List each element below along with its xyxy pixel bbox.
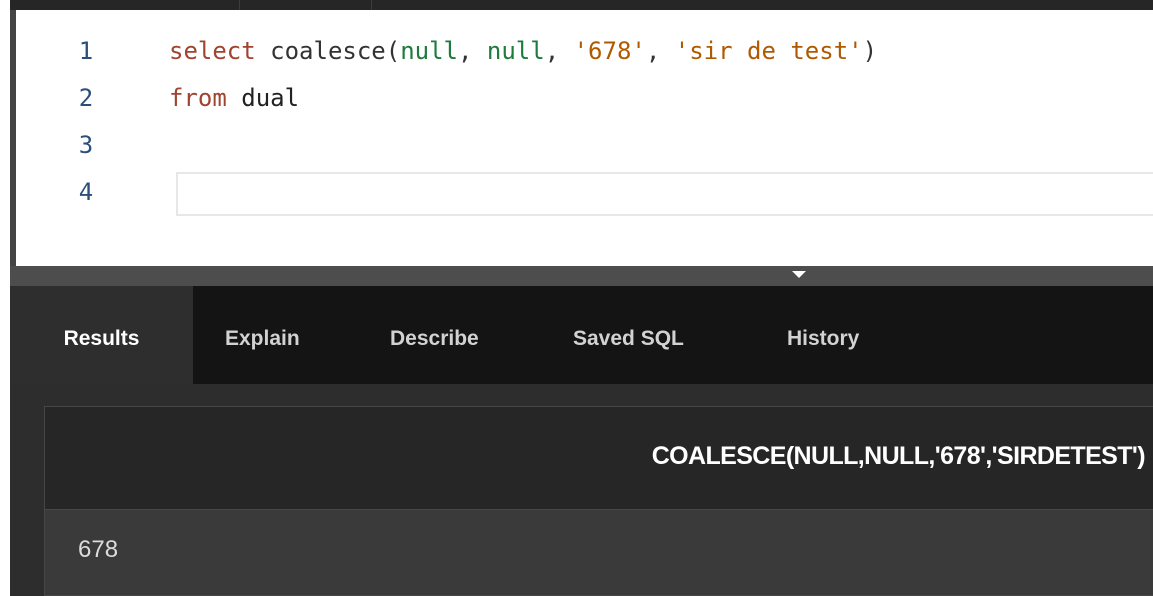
string-token: 'sir de test'	[674, 37, 863, 65]
column-header[interactable]: COALESCE(NULL,NULL,'678','SIRDETEST')	[652, 442, 1146, 471]
sql-editor[interactable]: 1 select coalesce(null, null, '678', 'si…	[10, 10, 1153, 266]
null-token: null	[486, 37, 545, 65]
results-panel: COALESCE(NULL,NULL,'678','SIRDETEST') 67…	[10, 384, 1153, 596]
code-text[interactable]: select coalesce(null, null, '678', 'sir …	[169, 37, 877, 65]
line-number: 4	[78, 178, 94, 206]
punctuation-token: )	[862, 37, 878, 65]
tab-results[interactable]: Results	[10, 286, 193, 384]
function-token: coalesce(	[270, 37, 401, 65]
editor-line-3[interactable]: 3	[16, 131, 1153, 177]
toolbar-divider	[239, 0, 240, 10]
table-row[interactable]: 678	[45, 510, 1153, 595]
punctuation-token: ,	[544, 37, 574, 65]
line-number: 3	[78, 131, 94, 159]
toolbar-divider	[371, 0, 372, 10]
table-cell[interactable]: 678	[78, 536, 118, 564]
identifier-token: dual	[226, 84, 300, 112]
top-toolbar-strip	[10, 0, 1153, 10]
punctuation-token: ,	[458, 37, 487, 65]
active-line-highlight[interactable]	[176, 172, 1153, 216]
caret-down-icon[interactable]	[792, 271, 806, 278]
string-token: '678'	[573, 37, 646, 65]
tab-explain[interactable]: Explain	[225, 286, 300, 384]
punctuation-token: ,	[645, 37, 675, 65]
tab-saved-sql[interactable]: Saved SQL	[573, 286, 684, 384]
keyword-token: select	[169, 37, 256, 65]
pane-splitter[interactable]	[10, 266, 1153, 286]
editor-line-1[interactable]: 1 select coalesce(null, null, '678', 'si…	[16, 37, 1153, 83]
grid-header: COALESCE(NULL,NULL,'678','SIRDETEST')	[45, 407, 1153, 510]
line-number: 1	[78, 37, 94, 65]
results-grid: COALESCE(NULL,NULL,'678','SIRDETEST') 67…	[44, 406, 1153, 596]
line-number: 2	[78, 84, 94, 112]
results-tab-bar: Results Explain Describe Saved SQL Histo…	[10, 286, 1153, 384]
keyword-token: from	[169, 84, 227, 112]
editor-line-2[interactable]: 2 from dual	[16, 84, 1153, 130]
null-token: null	[400, 37, 458, 65]
app-window: 1 select coalesce(null, null, '678', 'si…	[10, 0, 1153, 596]
code-text[interactable]: from dual	[169, 84, 299, 112]
tab-history[interactable]: History	[787, 286, 859, 384]
tab-describe[interactable]: Describe	[390, 286, 479, 384]
